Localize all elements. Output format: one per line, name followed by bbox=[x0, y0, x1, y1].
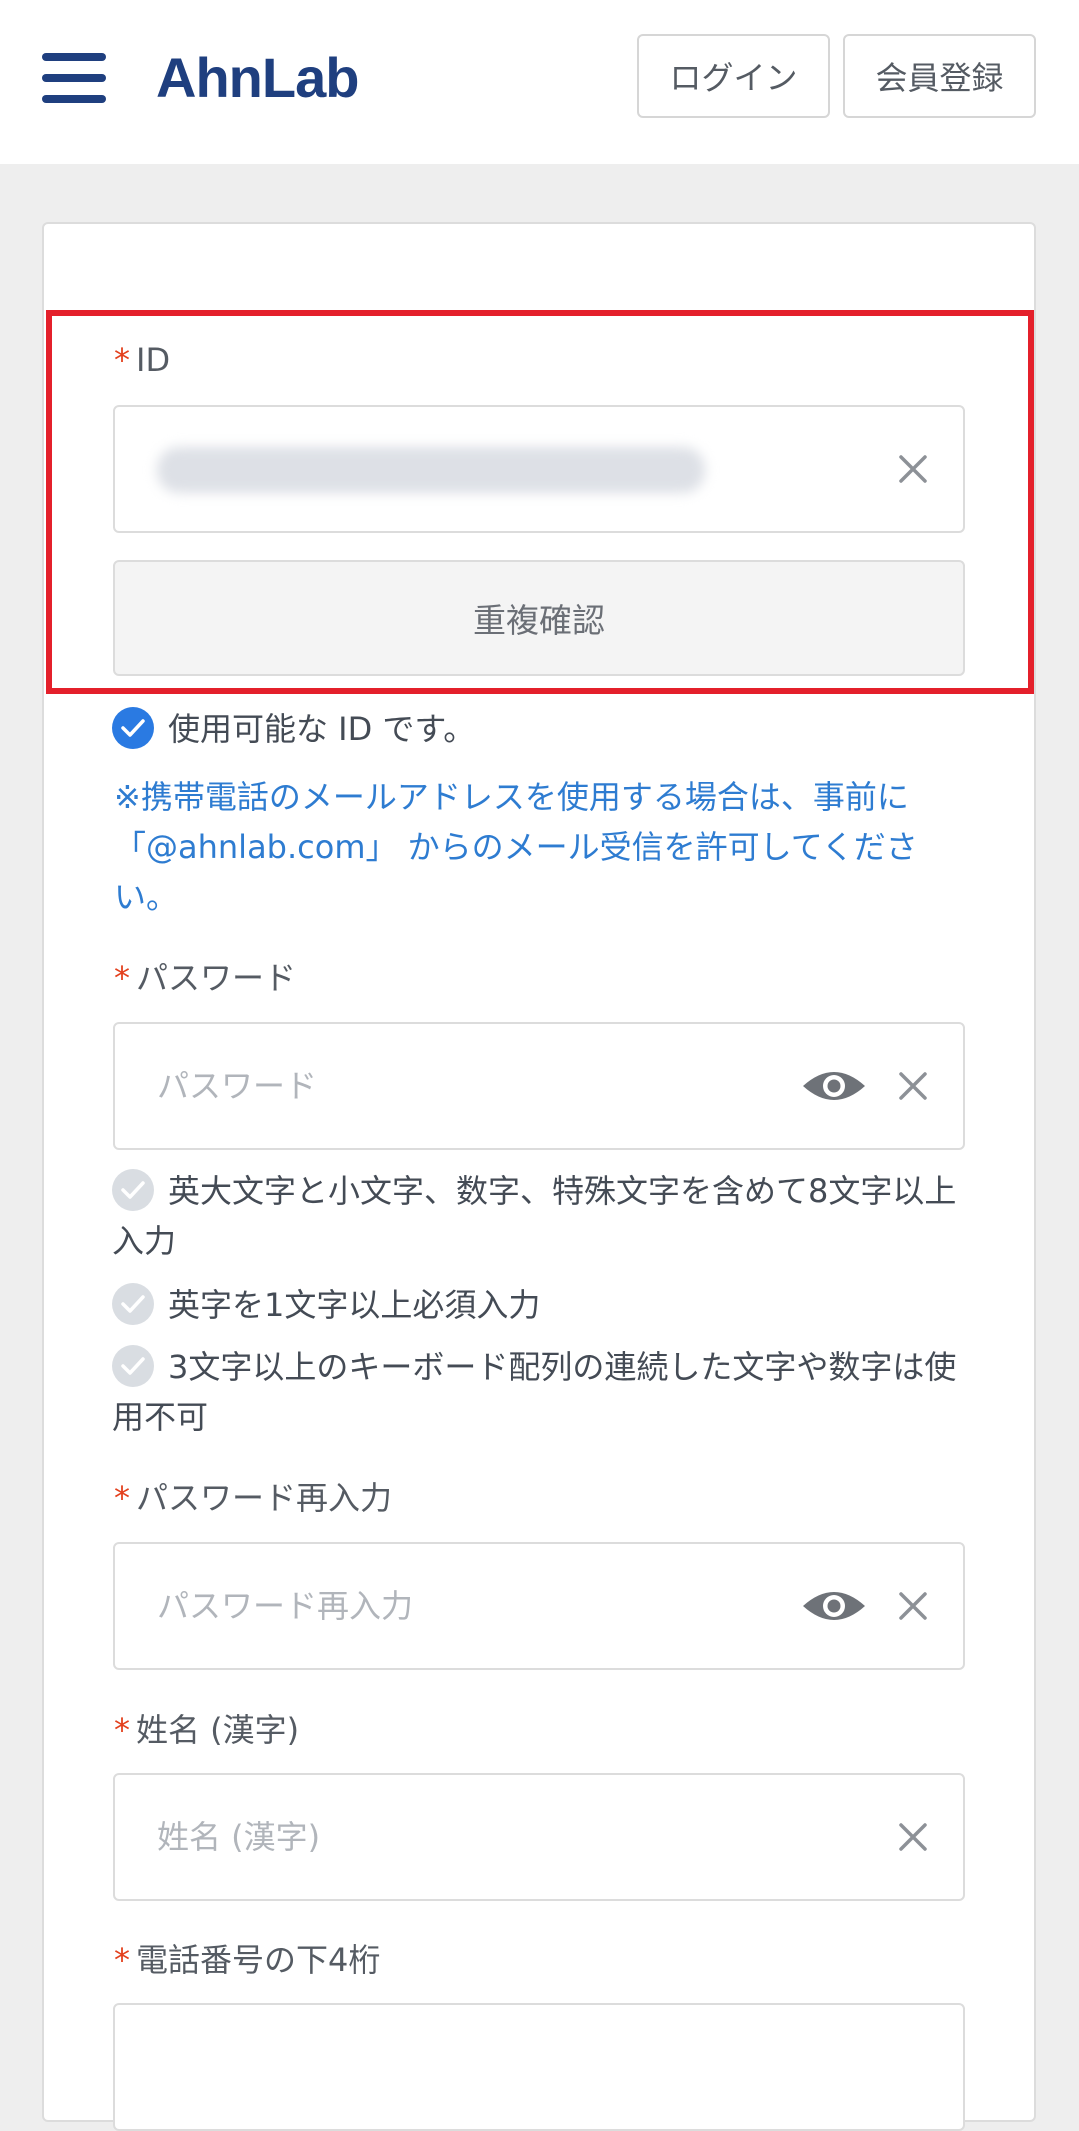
id-label-text: ID bbox=[136, 341, 171, 379]
password-confirm-input[interactable] bbox=[157, 1544, 797, 1668]
close-icon[interactable] bbox=[897, 1821, 929, 1853]
close-icon[interactable] bbox=[897, 1070, 929, 1102]
required-mark: * bbox=[114, 1941, 130, 1979]
signup-button[interactable]: 会員登録 bbox=[843, 34, 1036, 118]
duplicate-check-button[interactable]: 重複確認 bbox=[113, 560, 965, 676]
password-rule-text: 3文字以上のキーボード配列の連続した文字や数字は使用不可 bbox=[112, 1348, 957, 1436]
name-field[interactable] bbox=[113, 1773, 965, 1901]
required-mark: * bbox=[114, 341, 130, 379]
phone-last4-field[interactable] bbox=[113, 2003, 965, 2131]
eye-icon[interactable] bbox=[801, 1586, 867, 1626]
check-circle-icon bbox=[112, 1283, 154, 1325]
phone-last4-label-text: 電話番号の下4桁 bbox=[136, 1941, 381, 1979]
password-rule-text: 英字を1文字以上必須入力 bbox=[168, 1286, 541, 1324]
email-notice: ※携帯電話のメールアドレスを使用する場合は、事前に 「@ahnlab.com」 … bbox=[114, 778, 918, 916]
password-label: * パスワード bbox=[114, 958, 296, 998]
top-header: AhnLab ログイン 会員登録 bbox=[0, 0, 1079, 164]
ahnlab-logo[interactable]: AhnLab bbox=[156, 46, 359, 110]
required-mark: * bbox=[114, 1711, 130, 1749]
id-available-status: 使用可能な ID です。 bbox=[112, 704, 972, 754]
check-circle-icon bbox=[112, 1169, 154, 1211]
name-input[interactable] bbox=[157, 1775, 797, 1899]
password-rule-text: 英大文字と小文字、数字、特殊文字を含めて8文字以上入力 bbox=[112, 1172, 957, 1260]
password-rule-item: 3文字以上のキーボード配列の連続した文字や数字は使用不可 bbox=[112, 1342, 972, 1442]
password-confirm-label-text: パスワード再入力 bbox=[136, 1479, 393, 1517]
password-confirm-field[interactable] bbox=[113, 1542, 965, 1670]
name-label: * 姓名 (漢字) bbox=[114, 1710, 299, 1750]
id-label: * ID bbox=[114, 340, 170, 380]
password-confirm-label: * パスワード再入力 bbox=[114, 1478, 392, 1518]
password-field[interactable] bbox=[113, 1022, 965, 1150]
eye-icon[interactable] bbox=[801, 1066, 867, 1106]
check-circle-icon bbox=[112, 707, 154, 749]
id-available-text: 使用可能な ID です。 bbox=[168, 710, 476, 748]
password-rule-item: 英大文字と小文字、数字、特殊文字を含めて8文字以上入力 bbox=[112, 1166, 972, 1266]
password-rule-item: 英字を1文字以上必須入力 bbox=[112, 1280, 972, 1330]
check-circle-icon bbox=[112, 1345, 154, 1387]
id-value-blurred bbox=[157, 447, 705, 493]
name-label-text: 姓名 (漢字) bbox=[136, 1711, 300, 1749]
required-mark: * bbox=[114, 959, 130, 997]
close-icon[interactable] bbox=[897, 453, 929, 485]
phone-last4-label: * 電話番号の下4桁 bbox=[114, 1940, 380, 1980]
password-label-text: パスワード bbox=[136, 959, 297, 997]
id-field[interactable] bbox=[113, 405, 965, 533]
password-input[interactable] bbox=[157, 1024, 797, 1148]
required-mark: * bbox=[114, 1479, 130, 1517]
menu-icon[interactable] bbox=[42, 53, 106, 103]
close-icon[interactable] bbox=[897, 1590, 929, 1622]
login-button[interactable]: ログイン bbox=[637, 34, 830, 118]
phone-last4-input[interactable] bbox=[157, 2005, 797, 2129]
